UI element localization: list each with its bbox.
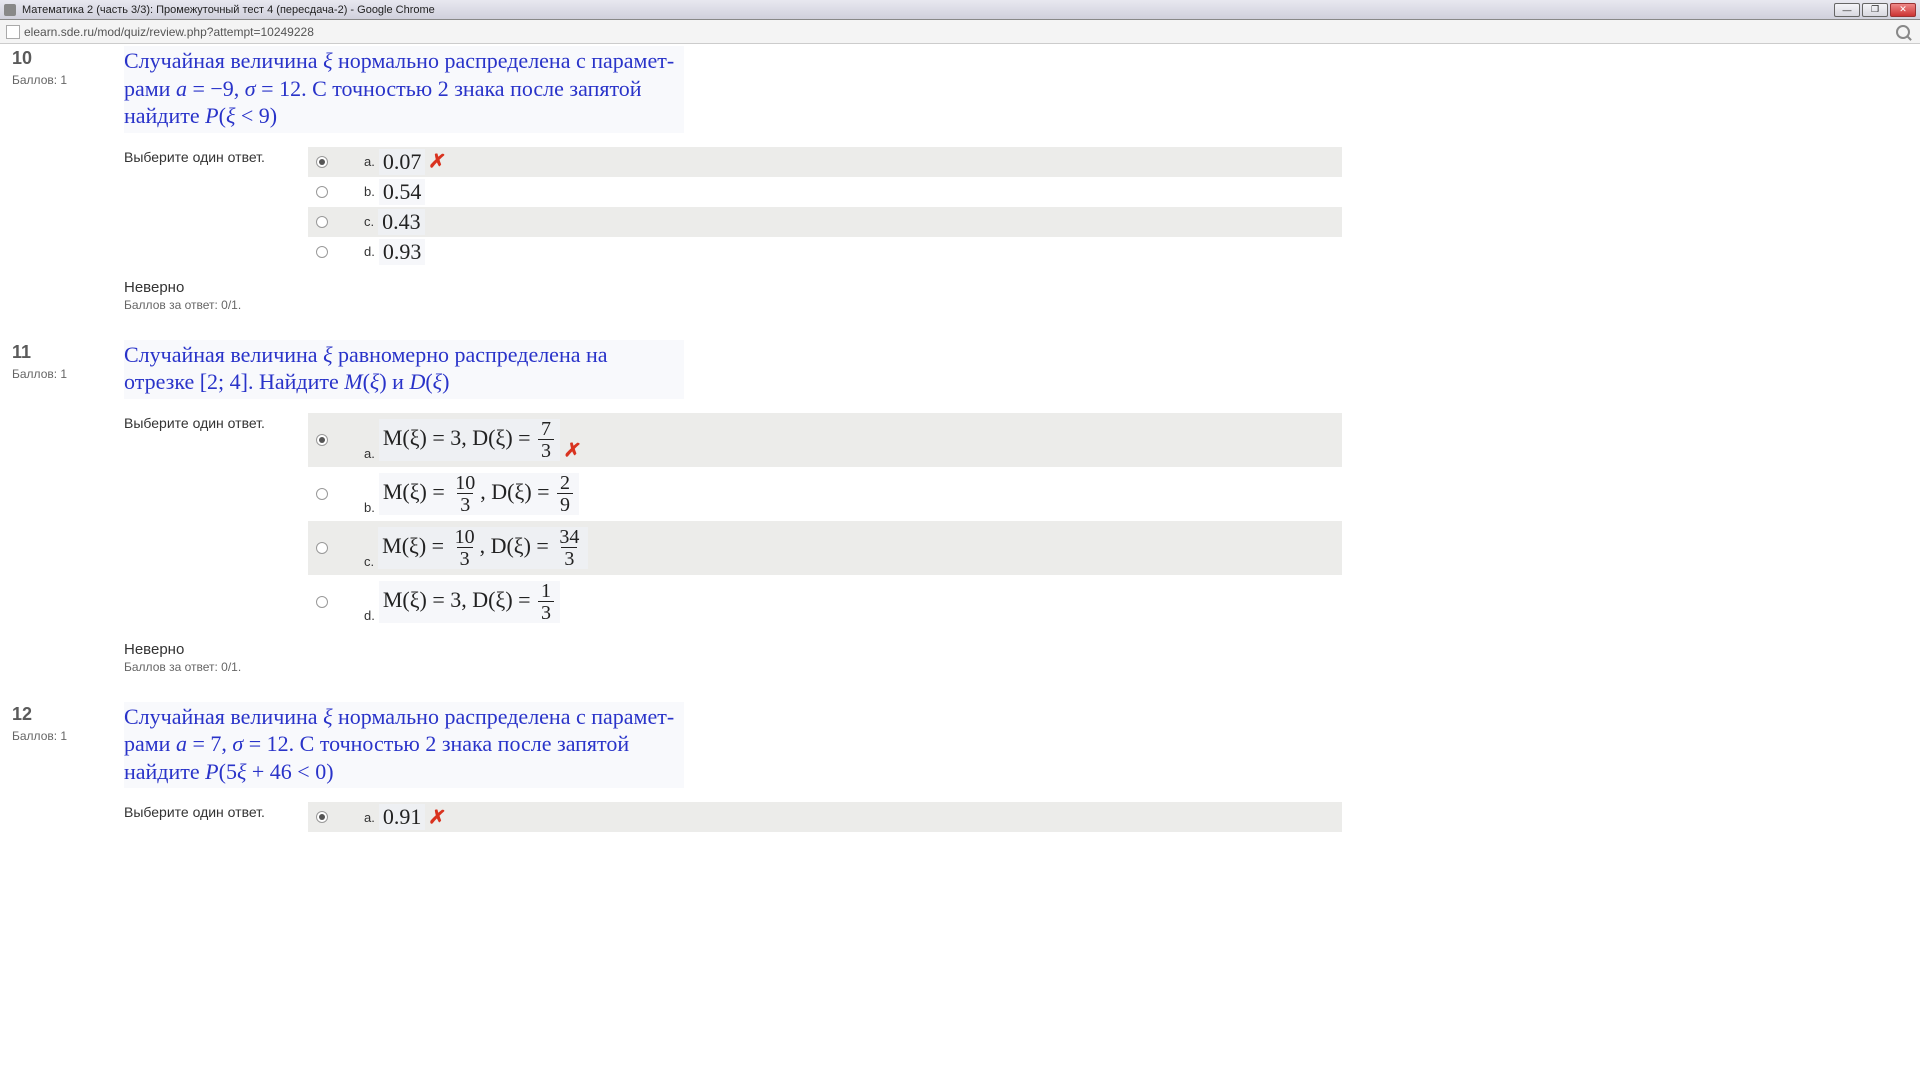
question-points: Баллов: 1 (12, 73, 124, 87)
zoom-icon[interactable] (1896, 25, 1910, 39)
option-value: M(ξ) = 3, D(ξ) = 13 (379, 581, 560, 623)
radio-icon[interactable] (316, 596, 328, 608)
option-value: 0.43 (378, 209, 425, 235)
option-value: M(ξ) = 103, D(ξ) = 29 (379, 473, 579, 515)
option-value: M(ξ) = 103, D(ξ) = 343 (378, 527, 588, 569)
window-title: Математика 2 (часть 3/3): Промежуточный … (22, 4, 1834, 16)
wrong-mark-icon: ✗ (562, 436, 582, 465)
options-list: a. M(ξ) = 3, D(ξ) = 73 ✗ b. M(ξ) = 103, … (308, 413, 1342, 629)
options-list: a. 0.91 ✗ (308, 802, 1342, 832)
option-row[interactable]: a. 0.91 ✗ (308, 802, 1342, 832)
wrong-mark-icon: ✗ (428, 803, 448, 830)
page-icon (6, 25, 20, 39)
option-row[interactable]: a. M(ξ) = 3, D(ξ) = 73 ✗ (308, 413, 1342, 467)
radio-icon[interactable] (316, 488, 328, 500)
radio-icon[interactable] (316, 246, 328, 258)
window-buttons: — ❐ ✕ (1834, 3, 1916, 17)
question-block: 10 Баллов: 1Случайная величина ξ нормаль… (12, 46, 1342, 312)
address-bar[interactable]: elearn.sde.ru/mod/quiz/review.php?attemp… (0, 20, 1920, 44)
question-points: Баллов: 1 (12, 367, 124, 381)
maximize-button[interactable]: ❐ (1862, 3, 1888, 17)
wrong-mark-icon: ✗ (428, 148, 448, 175)
content-scroll[interactable]: 10 Баллов: 1Случайная величина ξ нормаль… (0, 44, 1920, 1080)
options-list: a. 0.07 ✗ b. 0.54 c. 0.43 d. 0.93 (308, 147, 1342, 267)
feedback-score: Баллов за ответ: 0/1. (124, 298, 1342, 312)
option-letter: a. (364, 446, 375, 465)
option-value: 0.93 (379, 239, 426, 265)
url-text: elearn.sde.ru/mod/quiz/review.php?attemp… (24, 25, 314, 39)
option-row[interactable]: a. 0.07 ✗ (308, 147, 1342, 177)
option-value: 0.91 (379, 804, 426, 830)
question-number: 12 (12, 704, 124, 725)
radio-icon[interactable] (316, 434, 328, 446)
option-letter: d. (364, 244, 375, 259)
option-row[interactable]: c. 0.43 (308, 207, 1342, 237)
radio-icon[interactable] (316, 542, 328, 554)
option-letter: a. (364, 810, 375, 825)
favicon-icon (4, 4, 16, 16)
choose-one-label: Выберите один ответ. (124, 413, 308, 431)
radio-icon[interactable] (316, 216, 328, 228)
question-text: Случайная величина ξ нормально распредел… (124, 702, 684, 789)
option-row[interactable]: c. M(ξ) = 103, D(ξ) = 343 (308, 521, 1342, 575)
choose-one-label: Выберите один ответ. (124, 802, 308, 820)
close-button[interactable]: ✕ (1890, 3, 1916, 17)
option-row[interactable]: d. M(ξ) = 3, D(ξ) = 13 (308, 575, 1342, 629)
option-value: M(ξ) = 3, D(ξ) = 73 (379, 419, 560, 461)
option-row[interactable]: b. 0.54 (308, 177, 1342, 207)
feedback: Неверно Баллов за ответ: 0/1. (124, 641, 1342, 674)
option-letter: b. (364, 500, 375, 519)
option-row[interactable]: b. M(ξ) = 103, D(ξ) = 29 (308, 467, 1342, 521)
option-row[interactable]: d. 0.93 (308, 237, 1342, 267)
question-points: Баллов: 1 (12, 729, 124, 743)
option-letter: c. (364, 554, 374, 573)
option-value: 0.54 (379, 179, 426, 205)
choose-one-label: Выберите один ответ. (124, 147, 308, 165)
option-letter: b. (364, 184, 375, 199)
feedback-status: Неверно (124, 641, 1342, 658)
feedback: Неверно Баллов за ответ: 0/1. (124, 279, 1342, 312)
radio-icon[interactable] (316, 811, 328, 823)
option-value: 0.07 (379, 149, 426, 175)
option-letter: a. (364, 154, 375, 169)
window-titlebar: Математика 2 (часть 3/3): Промежуточный … (0, 0, 1920, 20)
radio-icon[interactable] (316, 186, 328, 198)
radio-icon[interactable] (316, 156, 328, 168)
option-letter: c. (364, 214, 374, 229)
option-letter: d. (364, 608, 375, 627)
question-text: Случайная величина ξ нормально распредел… (124, 46, 684, 133)
feedback-status: Неверно (124, 279, 1342, 296)
question-number: 11 (12, 342, 124, 363)
question-block: 11 Баллов: 1Случайная величина ξ равноме… (12, 340, 1342, 674)
question-block: 12 Баллов: 1Случайная величина ξ нормаль… (12, 702, 1342, 833)
question-text: Случайная величина ξ равномерно распреде… (124, 340, 684, 399)
feedback-score: Баллов за ответ: 0/1. (124, 660, 1342, 674)
question-number: 10 (12, 48, 124, 69)
minimize-button[interactable]: — (1834, 3, 1860, 17)
